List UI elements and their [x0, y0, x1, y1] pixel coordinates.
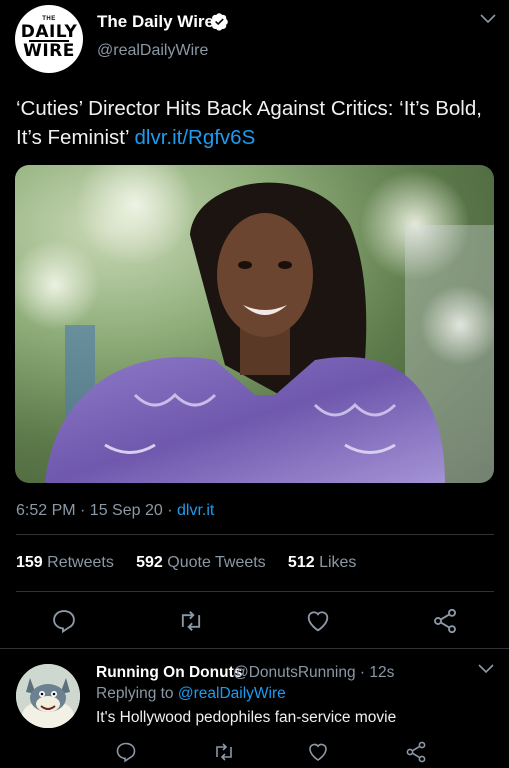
- tweet-link[interactable]: dlvr.it/Rgfv6S: [134, 126, 255, 149]
- replying-to-prefix: Replying to: [96, 685, 178, 702]
- chevron-down-icon[interactable]: [480, 14, 496, 24]
- replying-to: Replying to @realDailyWire: [96, 685, 286, 703]
- avatar-logo-line2: WIRE: [23, 41, 75, 61]
- timestamp-text: 6:52 PM · 15 Sep 20 ·: [16, 502, 177, 519]
- replying-to-handle[interactable]: @realDailyWire: [178, 685, 286, 702]
- quote-label: Quote Tweets: [167, 554, 266, 571]
- likes-label: Likes: [319, 554, 357, 571]
- share-icon[interactable]: [431, 607, 459, 635]
- author-handle[interactable]: @realDailyWire: [97, 42, 208, 60]
- like-icon[interactable]: [306, 740, 330, 764]
- retweets-count: 159: [16, 554, 43, 571]
- author-name[interactable]: The Daily Wire: [97, 12, 214, 32]
- like-icon[interactable]: [304, 607, 332, 635]
- tweet-text: ‘Cuties’ Director Hits Back Against Crit…: [16, 94, 496, 152]
- tweet-stats: 159 Retweets 592 Quote Tweets 512 Likes: [16, 554, 356, 572]
- reply-text: It's Hollywood pedophiles fan-service mo…: [96, 709, 397, 726]
- likes-count: 512: [287, 554, 315, 571]
- quote-count: 592: [136, 554, 163, 571]
- avatar-logo-line1: DAILY: [20, 22, 78, 42]
- retweets-stat[interactable]: 159 Retweets: [16, 554, 114, 571]
- reply-icon[interactable]: [50, 607, 78, 635]
- share-icon[interactable]: [404, 740, 428, 764]
- verified-badge-icon: [210, 13, 228, 31]
- reply-avatar[interactable]: [16, 664, 80, 728]
- retweet-icon[interactable]: [212, 740, 236, 764]
- tweet-photo[interactable]: [15, 165, 494, 483]
- divider: [16, 534, 494, 535]
- author-avatar[interactable]: THE DAILY WIRE: [15, 5, 83, 73]
- tweet-timestamp: 6:52 PM · 15 Sep 20 · dlvr.it: [16, 502, 214, 520]
- photo-illustration: [15, 165, 494, 483]
- reply-icon[interactable]: [114, 740, 138, 764]
- divider: [16, 591, 494, 592]
- retweet-icon[interactable]: [177, 607, 205, 635]
- retweets-label: Retweets: [47, 554, 114, 571]
- cartoon-cat-avatar-icon: [16, 664, 80, 728]
- section-divider: [0, 648, 509, 649]
- reply-author-handle[interactable]: @DonutsRunning · 12s: [233, 664, 394, 682]
- quote-tweets-stat[interactable]: 592 Quote Tweets: [136, 554, 266, 571]
- likes-stat[interactable]: 512 Likes: [288, 554, 357, 571]
- chevron-down-icon[interactable]: [478, 664, 494, 674]
- reply-author-name[interactable]: Running On Donuts: [96, 664, 242, 682]
- source-link[interactable]: dlvr.it: [177, 502, 214, 519]
